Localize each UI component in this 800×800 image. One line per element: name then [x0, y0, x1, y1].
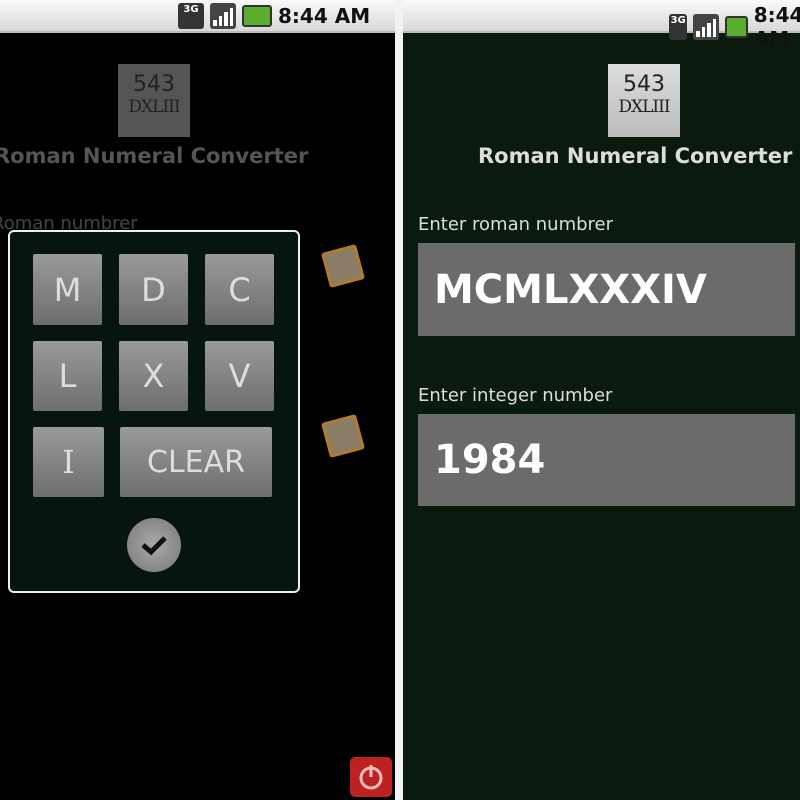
- clock: 8:44 AM: [753, 3, 800, 51]
- roman-label: Enter roman numbrer: [418, 214, 614, 235]
- power-button[interactable]: [350, 757, 392, 797]
- key-v[interactable]: V: [205, 341, 274, 411]
- clipboard-icon[interactable]: [320, 243, 366, 289]
- status-bar: 3G 8:44 AM: [403, 0, 800, 51]
- key-m[interactable]: M: [33, 254, 102, 325]
- key-i[interactable]: I: [33, 427, 104, 497]
- app-title: Roman Numeral Converter: [478, 144, 793, 168]
- key-x[interactable]: X: [119, 341, 188, 411]
- 3g-icon: 3G: [669, 14, 688, 40]
- roman-keypad-dialog: M D C L X V I CLEAR: [8, 230, 300, 593]
- app-logo: 543 DXLIII: [118, 64, 190, 137]
- integer-input[interactable]: 1984: [418, 414, 795, 506]
- confirm-button[interactable]: [127, 518, 181, 572]
- key-clear[interactable]: CLEAR: [120, 427, 272, 497]
- battery-icon: [725, 16, 748, 38]
- clock: 8:44 AM: [278, 4, 371, 28]
- status-bar: 3G 8:44 AM: [0, 0, 395, 33]
- checkmark-icon: [141, 536, 167, 556]
- integer-label: Enter integer number: [418, 385, 613, 406]
- key-d[interactable]: D: [119, 254, 188, 325]
- key-c[interactable]: C: [205, 254, 274, 325]
- key-l[interactable]: L: [33, 341, 102, 411]
- right-screen: 3G 8:44 AM 543 DXLIII Roman Numeral Conv…: [403, 0, 800, 800]
- left-screen: 3G 8:44 AM 543 DXLIII Roman Numeral Conv…: [0, 0, 395, 800]
- roman-input[interactable]: MCMLXXXIV: [418, 243, 795, 336]
- signal-icon: [693, 14, 720, 40]
- battery-icon: [242, 5, 272, 27]
- 3g-icon: 3G: [178, 3, 204, 29]
- app-logo: 543 DXLIII: [608, 64, 680, 137]
- clipboard-icon[interactable]: [320, 413, 366, 459]
- divider: [395, 0, 403, 800]
- power-icon: [359, 765, 383, 790]
- app-title: Roman Numeral Converter: [0, 144, 309, 168]
- signal-icon: [210, 3, 236, 29]
